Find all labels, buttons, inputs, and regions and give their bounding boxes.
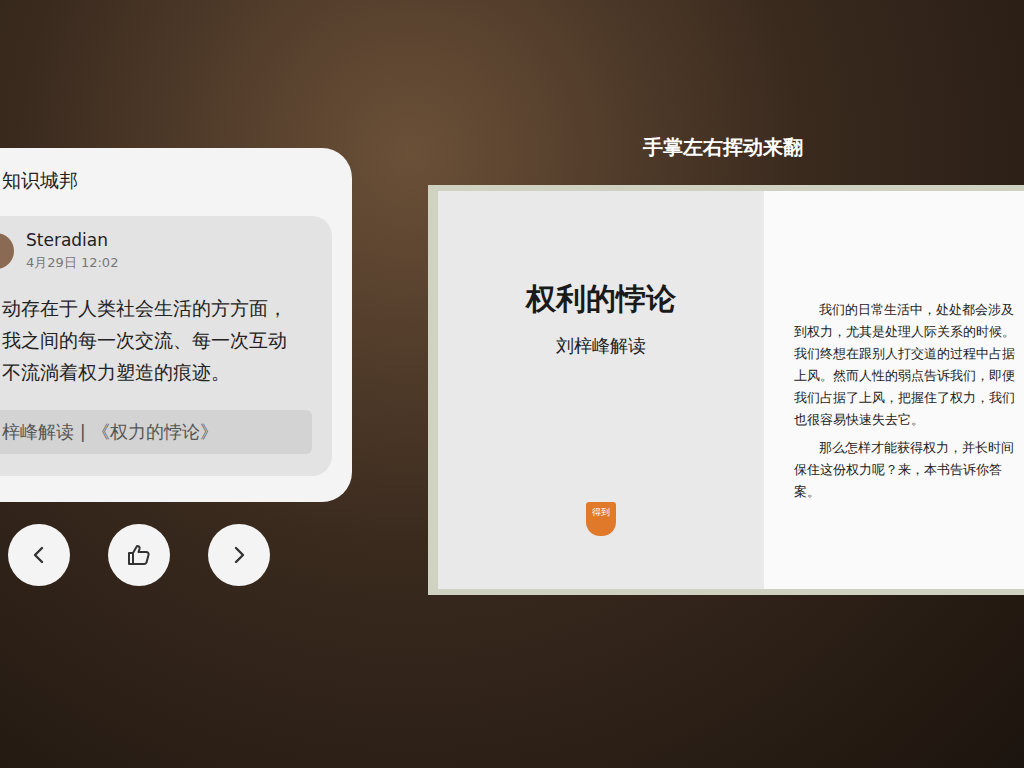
post-time: 4月29日 12:02 — [26, 254, 118, 272]
feed-column: 知识城邦 Steradian 4月29日 12:02 动存在于人类社会生活的方方面，我… — [0, 148, 352, 768]
post-source[interactable]: 梓峰解读 | 《权力的悖论》 — [0, 410, 312, 454]
nav-buttons — [0, 524, 352, 586]
post-body: 动存在于人类社会生活的方方面，我之间的每一次交流、每一次互动不流淌着权力塑造的痕… — [2, 292, 312, 388]
thumbs-up-icon — [126, 542, 152, 568]
avatar-icon — [0, 233, 14, 269]
prev-button[interactable] — [8, 524, 70, 586]
cover-page: 权利的悖论刘梓峰解读得到 — [438, 191, 764, 589]
text-page: 我们的日常生活中，处处都会涉及到权力，尤其是处理人际关系的时候。我们终想在跟别人… — [764, 191, 1024, 589]
book-column: 手掌左右挥动来翻权利的悖论刘梓峰解读得到我们的日常生活中，处处都会涉及到权力，尤… — [428, 134, 1024, 768]
post-line: 我之间的每一次交流、每一次互动 — [2, 324, 312, 356]
like-button[interactable] — [108, 524, 170, 586]
open-book[interactable]: 权利的悖论刘梓峰解读得到我们的日常生活中，处处都会涉及到权力，尤其是处理人际关系… — [428, 185, 1024, 595]
next-button[interactable] — [208, 524, 270, 586]
publisher-logo: 得到 — [586, 502, 616, 536]
post-line: 动存在于人类社会生活的方方面， — [2, 292, 312, 324]
feed-panel: 知识城邦 Steradian 4月29日 12:02 动存在于人类社会生活的方方面，我… — [0, 148, 352, 502]
post-header: Steradian 4月29日 12:02 — [2, 230, 312, 272]
book-paragraph: 那么怎样才能获得权力，并长时间保住这份权力呢？来，本书告诉你答案。 — [794, 437, 1020, 503]
vr-scene: 知识城邦Steradian4月29日 12:02动存在于人类社会生活的方方面，我… — [0, 0, 1024, 768]
post-meta: Steradian 4月29日 12:02 — [26, 230, 118, 272]
book-subtitle: 刘梓峰解读 — [556, 334, 646, 358]
gesture-hint: 手掌左右挥动来翻 — [643, 134, 1024, 164]
post-line: 不流淌着权力塑造的痕迹。 — [2, 356, 312, 388]
panel-title: 知识城邦 — [2, 162, 332, 216]
post-card[interactable]: Steradian 4月29日 12:02 动存在于人类社会生活的方方面，我之间的每… — [0, 216, 332, 476]
book-title: 权利的悖论 — [526, 279, 676, 320]
chevron-left-icon — [28, 544, 50, 566]
chevron-right-icon — [228, 544, 250, 566]
author-name: Steradian — [26, 230, 118, 250]
book-paragraph: 我们的日常生活中，处处都会涉及到权力，尤其是处理人际关系的时候。我们终想在跟别人… — [794, 299, 1020, 431]
